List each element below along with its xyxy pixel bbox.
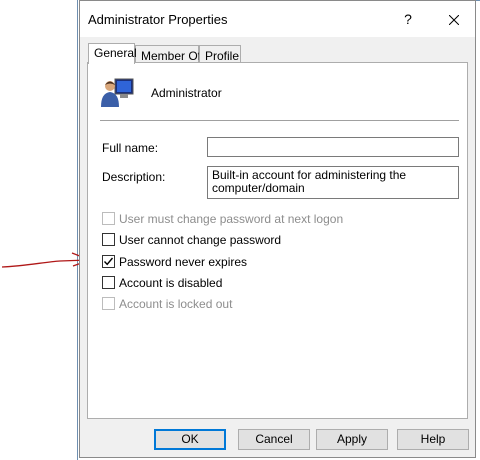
user-monitor-icon <box>101 78 134 107</box>
option-label: User must change password at next logon <box>119 212 344 226</box>
option-label: Password never expires <box>119 255 248 269</box>
close-button[interactable] <box>434 1 474 37</box>
checkbox[interactable] <box>102 276 115 289</box>
account-name: Administrator <box>151 86 222 100</box>
option-label: User cannot change password <box>119 233 282 247</box>
close-icon <box>448 14 460 26</box>
tab-general[interactable]: General <box>88 43 137 64</box>
checkbox-checked[interactable] <box>102 255 115 268</box>
divider <box>100 120 459 121</box>
checkbox[interactable] <box>102 233 115 246</box>
window-title: Administrator Properties <box>88 12 228 27</box>
checkbox[interactable] <box>102 297 115 310</box>
apply-button[interactable]: Apply <box>316 429 388 450</box>
background-window-edge <box>77 0 78 460</box>
ok-button[interactable]: OK <box>154 429 226 450</box>
help-button[interactable]: Help <box>397 429 469 450</box>
properties-dialog: Administrator Properties ? General Membe… <box>79 0 476 458</box>
option-label: Account is disabled <box>119 276 223 290</box>
tab-profile[interactable]: Profile <box>199 45 241 63</box>
option-label: Account is locked out <box>119 297 233 311</box>
tab-member-of[interactable]: Member Of <box>135 45 201 63</box>
full-name-label: Full name: <box>102 141 159 155</box>
full-name-field[interactable] <box>207 137 459 157</box>
title-bar: Administrator Properties ? <box>80 1 475 37</box>
checkbox[interactable] <box>102 212 115 225</box>
description-label: Description: <box>102 170 166 184</box>
general-panel: Administrator Full name: Description: Bu… <box>87 62 468 419</box>
cancel-button[interactable]: Cancel <box>238 429 310 450</box>
help-title-button[interactable]: ? <box>388 1 428 37</box>
checkmark-icon <box>103 257 114 266</box>
description-field[interactable]: Built-in account for administering the c… <box>207 166 459 199</box>
